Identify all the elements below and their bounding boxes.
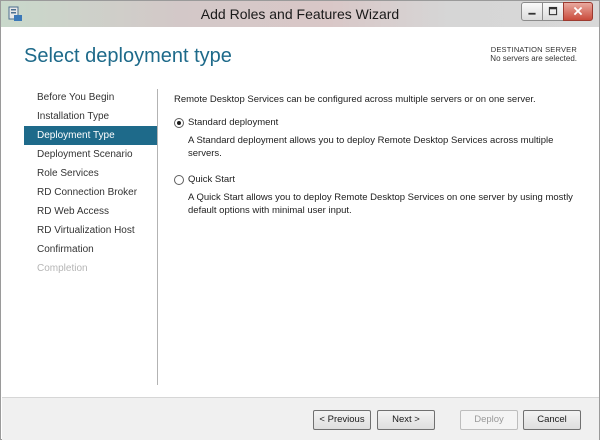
standard-deployment-description: A Standard deployment allows you to depl… bbox=[188, 135, 554, 159]
standard-deployment-option[interactable]: Standard deployment A Standard deploymen… bbox=[174, 117, 584, 160]
quick-start-label[interactable]: Quick Start bbox=[188, 174, 584, 185]
nav-item-deployment-type[interactable]: Deployment Type bbox=[24, 126, 158, 145]
maximize-icon bbox=[548, 6, 558, 16]
deploy-button: Deploy bbox=[460, 410, 518, 430]
intro-text: Remote Desktop Services can be configure… bbox=[174, 94, 536, 105]
nav-item-rd-connection-broker[interactable]: RD Connection Broker bbox=[24, 183, 158, 202]
wizard-header: Select deployment type DESTINATION SERVE… bbox=[2, 27, 599, 83]
quick-start-option[interactable]: Quick Start A Quick Start allows you to … bbox=[174, 174, 584, 217]
previous-button[interactable]: < Previous bbox=[313, 410, 371, 430]
quick-start-radio[interactable] bbox=[174, 175, 184, 185]
nav-item-installation-type[interactable]: Installation Type bbox=[24, 107, 158, 126]
cancel-button[interactable]: Cancel bbox=[523, 410, 581, 430]
nav-divider bbox=[157, 89, 158, 385]
close-icon bbox=[573, 6, 583, 16]
wizard-window: Add Roles and Features Wizard Select dep… bbox=[0, 0, 600, 440]
nav-item-completion: Completion bbox=[37, 263, 88, 274]
maximize-button[interactable] bbox=[542, 2, 564, 21]
destination-server-value: No servers are selected. bbox=[490, 54, 577, 63]
destination-server-label: DESTINATION SERVER bbox=[490, 45, 577, 54]
nav-item-rd-web-access[interactable]: RD Web Access bbox=[24, 202, 158, 221]
page-title: Select deployment type bbox=[24, 45, 232, 67]
nav-item-rd-virtualization-host[interactable]: RD Virtualization Host bbox=[24, 221, 158, 240]
close-button[interactable] bbox=[563, 2, 593, 21]
nav-item-confirmation[interactable]: Confirmation bbox=[24, 240, 158, 259]
wizard-content: Remote Desktop Services can be configure… bbox=[174, 94, 584, 217]
standard-deployment-radio[interactable] bbox=[174, 118, 184, 128]
title-bar[interactable]: Add Roles and Features Wizard bbox=[1, 1, 599, 27]
quick-start-description: A Quick Start allows you to deploy Remot… bbox=[188, 192, 573, 216]
wizard-nav: Before You Begin Installation Type Deplo… bbox=[24, 88, 158, 278]
standard-deployment-label[interactable]: Standard deployment bbox=[188, 117, 584, 128]
next-button[interactable]: Next > bbox=[377, 410, 435, 430]
window-title: Add Roles and Features Wizard bbox=[200, 6, 400, 22]
nav-item-before-you-begin[interactable]: Before You Begin bbox=[24, 88, 158, 107]
minimize-button[interactable] bbox=[521, 2, 543, 21]
nav-item-role-services[interactable]: Role Services bbox=[24, 164, 158, 183]
minimize-icon bbox=[528, 12, 536, 15]
wizard-footer: < Previous Next > Deploy Cancel bbox=[2, 397, 599, 440]
nav-item-deployment-scenario[interactable]: Deployment Scenario bbox=[24, 145, 158, 164]
